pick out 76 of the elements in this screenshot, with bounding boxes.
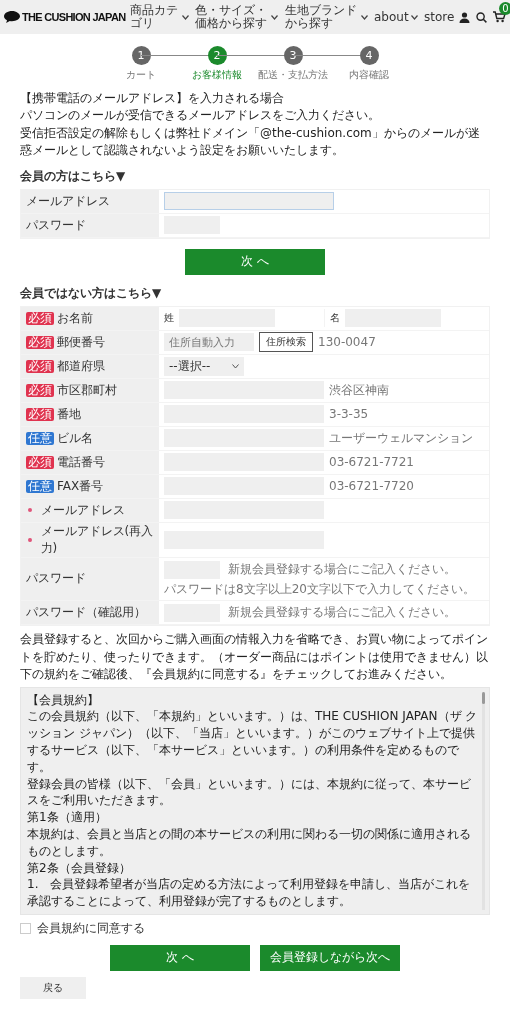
step-label: カート xyxy=(126,68,156,82)
register-and-next-button[interactable]: 会員登録しながら次へ xyxy=(260,944,400,971)
field-badge: 必須 xyxy=(26,311,54,325)
terms-text: 【会員規約】 xyxy=(27,691,100,709)
example-hint: 3-3-35 xyxy=(329,405,369,423)
terms-text: 登録会員の皆様（以下、「会員」といいます。）には、本規約に従って、本サービスをご利用いただきます。 xyxy=(27,775,472,810)
terms-text: 本規約は、会員と当店との間の本サービスの利用に関わる一切の関係に適用されるものとします。 xyxy=(27,825,472,860)
prefecture-select[interactable]: --選択-- xyxy=(164,356,244,376)
nav-link[interactable]: 色・サイズ・価格から探す xyxy=(195,4,279,30)
speech-bubble-icon xyxy=(4,11,20,23)
field-label: メールアドレス xyxy=(26,192,110,210)
field-badge: 必須 xyxy=(26,359,54,373)
example-hint: 03-6721-7720 xyxy=(329,477,414,495)
email-field[interactable] xyxy=(164,192,334,211)
name-part-label: 姓 xyxy=(164,311,174,326)
section-heading: 会員の方はこちら▼ xyxy=(20,167,127,185)
field-label: 都道府県 xyxy=(57,357,105,375)
nav-link[interactable]: store xyxy=(423,4,455,30)
field-badge: 必須 xyxy=(26,407,54,421)
example-hint: 130-0047 xyxy=(318,333,376,351)
field-label: 番地 xyxy=(57,405,81,423)
checkbox-label: 会員規約に同意する xyxy=(37,919,145,937)
step-label: 内容確認 xyxy=(349,68,389,82)
password-rule-note: パスワードは8文字以上20文字以下で入力してください。 xyxy=(164,580,475,598)
step-circle: 4 xyxy=(359,46,379,65)
field-badge: 必須 xyxy=(26,335,54,349)
field-label: お名前 xyxy=(57,309,93,327)
terms-text: この会員規約（以下、「本規約」といいます。）は、THE CUSHION JAPAN（ザ クッション ジャパン）（以下、「当店」といいます。）がこのウェブサイト上で提供するサービス（以下、「本サービス」といいます。）の利用条件を定めるものです。 xyxy=(27,708,478,776)
field-label: パスワード xyxy=(26,570,86,588)
caret-icon xyxy=(232,363,239,369)
terms-text: 第2条（会員登録） xyxy=(27,859,132,877)
field-label: メールアドレス(再入力) xyxy=(40,522,154,557)
password-hint: 新規会員登録する場合にご記入ください。 xyxy=(228,561,456,578)
nav-link[interactable]: 商品カテゴリ xyxy=(130,4,190,30)
field-label: 電話番号 xyxy=(57,453,105,471)
caret-icon xyxy=(360,14,368,20)
field-label: FAX番号 xyxy=(57,477,104,495)
cart-count-badge: 0 xyxy=(499,2,510,15)
field-badge: 任意 xyxy=(26,479,54,493)
agree-checkbox[interactable] xyxy=(20,922,31,934)
postal-code-field[interactable]: 住所自動入力 xyxy=(164,333,254,352)
field-label: パスワード（確認用） xyxy=(26,604,146,622)
search-icon[interactable] xyxy=(476,11,487,23)
next-button[interactable]: 次 へ xyxy=(110,944,250,971)
cart-icon[interactable] xyxy=(493,11,506,23)
notice-text: 【携帯電話のメールアドレス】を入力される場合 xyxy=(20,90,285,107)
caret-icon xyxy=(182,14,190,20)
name-part-label: 名 xyxy=(329,311,340,326)
field-label: 市区郡町村 xyxy=(57,381,117,399)
next-button[interactable]: 次 へ xyxy=(185,248,325,275)
user-icon[interactable] xyxy=(459,11,470,23)
agreement-text: 会員登録すると、次回からご購入画面の情報入力を省略でき、お買い物によってポイントを貯めたり、使ったりできます。（オーダー商品にはポイントは使用できません）以下の規約をご確認後、『会員規約に同意する』をチェックしてお進みください。 xyxy=(20,631,489,684)
field-label: メールアドレス xyxy=(41,501,125,519)
nav-link[interactable]: 生地ブランドから探す xyxy=(284,4,368,30)
caret-icon xyxy=(271,14,279,20)
example-hint: ユーザーウェルマンション xyxy=(329,429,473,447)
field-badge: 必須 xyxy=(26,383,54,397)
field-label: ビル名 xyxy=(57,429,93,447)
section-heading: 会員ではない方はこちら▼ xyxy=(20,284,163,302)
nav-link[interactable]: about xyxy=(374,4,418,30)
caret-icon xyxy=(410,14,418,20)
terms-text: 1. 会員登録希望者が当店の定める方法によって利用登録を申請し、当店がこれを承認することによって、利用登録が完了するものとします。 xyxy=(27,876,472,910)
field-label: 郵便番号 xyxy=(57,333,105,351)
back-button[interactable]: 戻る xyxy=(20,976,86,999)
example-hint: 03-6721-7721 xyxy=(329,453,414,471)
step-label: 配送・支払方法 xyxy=(258,68,328,82)
terms-text: 第1条（適用） xyxy=(27,809,108,826)
field-label: パスワード xyxy=(26,216,86,234)
address-search-button[interactable]: 住所検索 xyxy=(259,332,313,353)
field-badge: 必須 xyxy=(26,455,54,469)
password-hint: 新規会員登録する場合にご記入ください。 xyxy=(228,604,456,622)
field-badge: 任意 xyxy=(26,431,54,445)
example-hint: 渋谷区神南 xyxy=(329,381,389,399)
notice-text: パソコンのメールが受信できるメールアドレスをご入力ください。 xyxy=(20,107,381,125)
step-label: お客様情報 xyxy=(192,68,242,82)
notice-text: 受信拒否設定の解除もしくは弊社ドメイン「@the-cushion.com」からのメールが迷惑メールとして認識されないよう設定をお願いいたします。 xyxy=(20,124,481,160)
